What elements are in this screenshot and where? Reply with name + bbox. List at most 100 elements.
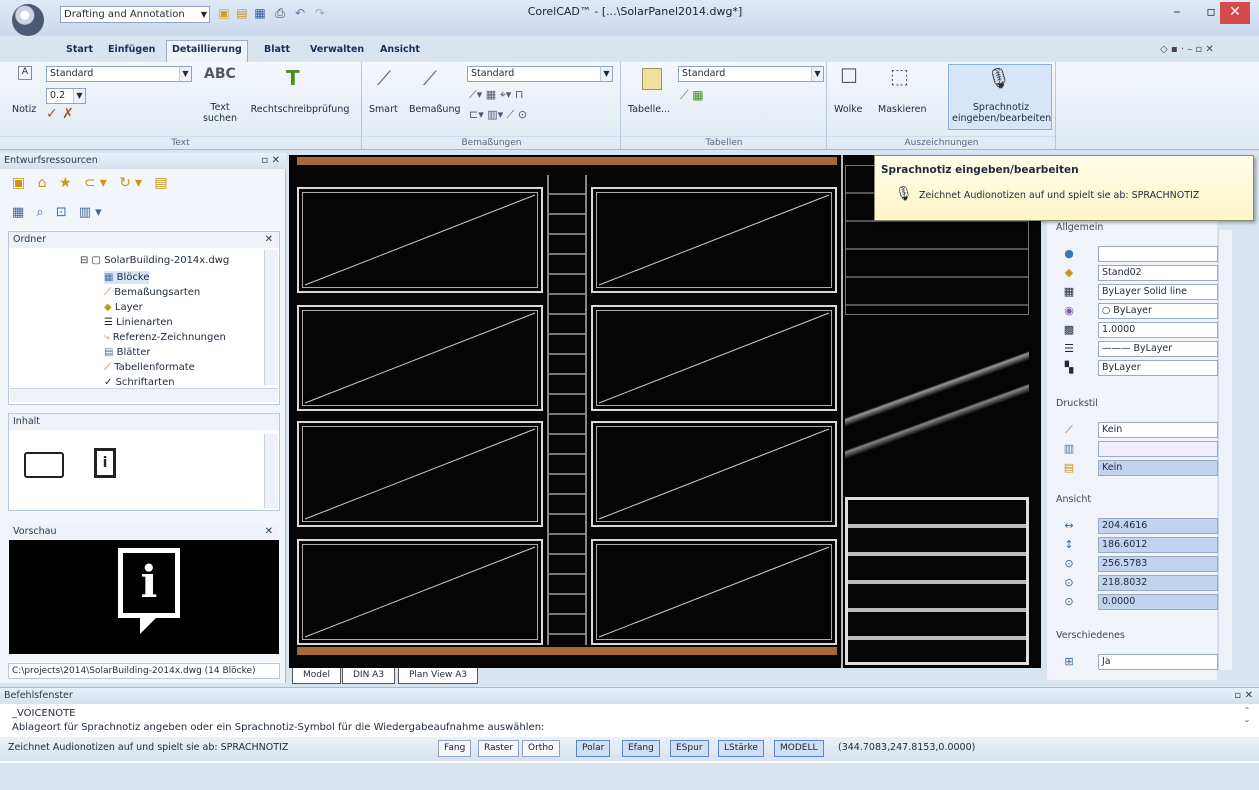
dimension-button[interactable]: Bemaßung xyxy=(409,104,461,115)
resources-toolbar[interactable]: ▣ ⌂ ★ ⊂▾ ↻▾ ▤ xyxy=(12,175,172,191)
solar-panel xyxy=(591,539,837,645)
table-button[interactable]: Tabelle... xyxy=(628,104,670,115)
block-thumbnail-2[interactable]: i xyxy=(94,448,116,478)
drawing-canvas[interactable] xyxy=(289,155,1041,668)
close-button[interactable]: ✕ xyxy=(1220,2,1250,24)
tab-einfuegen[interactable]: Einfügen xyxy=(108,44,155,58)
ucs-icon: ⊞ xyxy=(1064,655,1074,668)
smart-dim-icon[interactable]: ⟋ xyxy=(377,66,391,90)
text-abc-icon[interactable]: ABC xyxy=(204,66,236,82)
command-close-icon[interactable]: ▫ ✕ xyxy=(1234,688,1253,704)
spellcheck-button[interactable]: Rechtschreibprüfung xyxy=(244,104,356,115)
dimension-icon[interactable]: ⟋ xyxy=(423,66,437,90)
mask-icon[interactable]: ⬚ xyxy=(890,64,909,88)
dim-style-select[interactable]: Standard ▼ xyxy=(467,66,613,82)
prop-view-height[interactable]: 186.6012 xyxy=(1098,537,1218,553)
panel-pin-close-icon[interactable]: ▫ ✕ xyxy=(261,153,280,169)
tab-plan-view-a3[interactable]: Plan View A3 xyxy=(398,668,479,684)
tree-root[interactable]: ⊟ ▢ SolarBuilding-2014x.dwg xyxy=(80,254,229,267)
folder-close-icon[interactable]: ✕ xyxy=(265,232,273,248)
preview-close-icon[interactable]: ✕ xyxy=(265,524,273,540)
voicenote-button[interactable]: Sprachnotiz eingeben/bearbeiten xyxy=(952,102,1051,124)
tab-detaillierung[interactable]: Detaillierung xyxy=(166,40,248,62)
props-scrollbar[interactable] xyxy=(1218,230,1232,670)
solar-panel xyxy=(297,421,543,527)
tree-item-layer[interactable]: ◆ Layer xyxy=(104,301,143,314)
text-style-select[interactable]: Standard ▼ xyxy=(46,66,192,82)
tree-item-tablestyles[interactable]: ⟋ Tabellenformate xyxy=(104,361,195,374)
folder-scrollbar[interactable] xyxy=(264,250,278,385)
prop-ucs[interactable]: Ja xyxy=(1098,654,1218,670)
prop-printtable[interactable] xyxy=(1098,441,1218,457)
prop-center-z[interactable]: 0.0000 xyxy=(1098,594,1218,610)
table-style-select[interactable]: Standard ▼ xyxy=(678,66,824,82)
cloud-icon[interactable]: ☐ xyxy=(840,64,858,88)
prop-transparency[interactable]: ByLayer xyxy=(1098,360,1218,376)
save-icon[interactable]: ▦ xyxy=(252,6,268,21)
app-menu-button[interactable] xyxy=(12,4,44,36)
command-scrollbar[interactable]: ⌃ ⌄ xyxy=(1240,706,1254,736)
ortho-toggle[interactable]: Ortho xyxy=(522,740,560,757)
tab-start[interactable]: Start xyxy=(66,44,93,58)
tree-item-fonts[interactable]: ✓ Schriftarten xyxy=(104,376,175,385)
lineweight-icon: ☰ xyxy=(1064,342,1074,355)
tab-verwalten[interactable]: Verwalten xyxy=(310,44,364,58)
esnap-toggle[interactable]: Efang xyxy=(622,740,660,757)
table-edit-icon[interactable]: ⟋ ▦ xyxy=(680,88,704,103)
dim-tools2-icon[interactable]: ⊏▾ ▥▾ ⟋ ⊙ xyxy=(469,108,527,122)
tree-item-linetypes[interactable]: ☰ Linienarten xyxy=(104,316,173,329)
snap-toggle[interactable]: Fang xyxy=(438,740,472,757)
smart-dim-button[interactable]: Smart xyxy=(369,104,398,115)
workspace-select[interactable]: Drafting and Annotation ▼ xyxy=(60,6,210,23)
microphone-icon[interactable]: 🎙 xyxy=(986,66,1011,90)
print-icon[interactable]: ⎙ xyxy=(272,6,288,21)
etrack-toggle[interactable]: ESpur xyxy=(670,740,709,757)
content-scrollbar[interactable] xyxy=(264,434,278,508)
solar-panel xyxy=(591,305,837,411)
redo-icon[interactable]: ↷ xyxy=(312,6,328,21)
prop-bylayer[interactable]: ○ ByLayer xyxy=(1098,303,1218,319)
tree-item-xrefs[interactable]: ⤷ Referenz-Zeichnungen xyxy=(104,331,226,344)
cloud-button[interactable]: Wolke xyxy=(834,104,862,115)
prop-layer[interactable]: Stand02 xyxy=(1098,265,1218,281)
table-icon[interactable] xyxy=(642,68,662,90)
prop-center-x[interactable]: 256.5783 xyxy=(1098,556,1218,572)
folder-hscrollbar[interactable] xyxy=(10,388,278,402)
tab-model[interactable]: Model xyxy=(292,668,342,684)
prop-view-width[interactable]: 204.4616 xyxy=(1098,518,1218,534)
center-z-icon: ⊙ xyxy=(1064,595,1074,608)
note-button[interactable]: Notiz xyxy=(12,104,36,115)
prop-lineweight[interactable]: ——— ByLayer xyxy=(1098,341,1218,357)
prop-printtype[interactable]: Kein xyxy=(1098,460,1218,476)
undo-icon[interactable]: ↶ xyxy=(292,6,308,21)
model-toggle[interactable]: MODELL xyxy=(774,740,824,757)
tab-blatt[interactable]: Blatt xyxy=(264,44,290,58)
prop-linetype[interactable]: ByLayer Solid line xyxy=(1098,284,1218,300)
prop-printstyle[interactable]: Kein xyxy=(1098,422,1218,438)
general-props: ● ◆ Stand02 ▦ ByLayer Solid line ◉ ○ ByLaye… xyxy=(1054,244,1218,384)
spellcheck-icon[interactable]: T xyxy=(286,66,300,90)
minimize-button[interactable]: – xyxy=(1160,2,1194,24)
dim-tools-icon[interactable]: ⟋▾ ▦ ⌖▾ ⊓ xyxy=(469,88,523,102)
open-icon[interactable]: ▤ xyxy=(234,6,250,21)
prop-color[interactable] xyxy=(1098,246,1218,262)
find-text-button[interactable]: Text suchen xyxy=(198,102,242,124)
new-icon[interactable]: ▣ xyxy=(216,6,232,21)
lineweight-toggle[interactable]: LStärke xyxy=(718,740,764,757)
text-height-select[interactable]: 0.2 ▼ xyxy=(46,88,86,104)
tree-item-dimstyles[interactable]: ⟋ Bemaßungsarten xyxy=(104,286,200,299)
tab-ansicht[interactable]: Ansicht xyxy=(380,44,420,58)
ribbon-window-controls[interactable]: ◇ ▪ · – ▫ ✕ xyxy=(1160,44,1214,55)
prop-scale[interactable]: 1.0000 xyxy=(1098,322,1218,338)
leader-icon[interactable]: ✓ ✗ xyxy=(46,106,74,122)
tree-item-blocks[interactable]: ▦ Blöcke xyxy=(104,271,150,284)
mask-button[interactable]: Maskieren xyxy=(878,104,927,115)
tab-din-a3[interactable]: DIN A3 xyxy=(342,668,396,684)
tooltip: Sprachnotiz eingeben/bearbeiten 🎙 Zeichn… xyxy=(874,155,1254,221)
tree-item-sheets[interactable]: ▤ Blätter xyxy=(104,346,151,359)
grid-toggle[interactable]: Raster xyxy=(478,740,520,757)
block-thumbnail-1[interactable] xyxy=(24,452,64,478)
resources-toolbar2[interactable]: ▦ ⌕ ⊡ ▥▾ xyxy=(12,205,106,220)
prop-center-y[interactable]: 218.8032 xyxy=(1098,575,1218,591)
polar-toggle[interactable]: Polar xyxy=(576,740,611,757)
